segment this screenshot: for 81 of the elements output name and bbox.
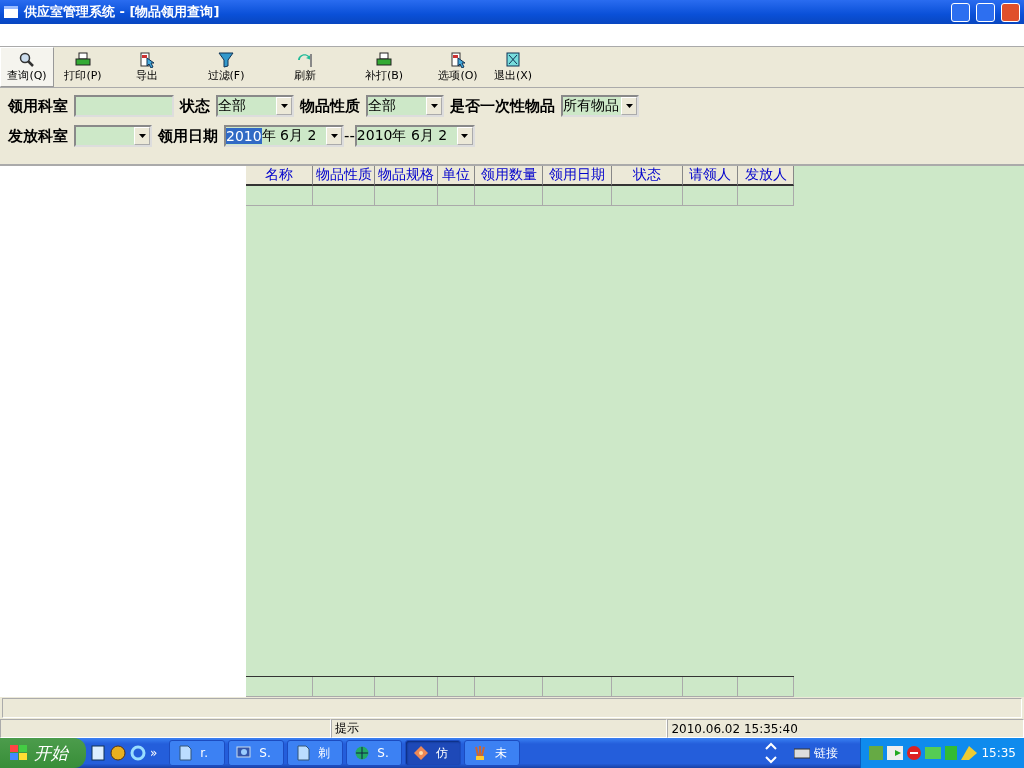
column-header[interactable]: 发放人 xyxy=(738,166,794,186)
taskbar-button[interactable]: 剃 xyxy=(287,740,344,766)
scroll-arrows-icon[interactable] xyxy=(764,740,779,766)
start-button[interactable]: 开始 xyxy=(0,738,86,768)
column-header[interactable]: 状态 xyxy=(612,166,683,186)
document-arrow-icon xyxy=(138,51,156,68)
table-cell xyxy=(738,186,794,206)
taskbar-button[interactable]: S. xyxy=(228,740,285,766)
dropdown-arrow-icon xyxy=(625,104,633,108)
diamond-icon xyxy=(412,745,431,761)
date-picker[interactable]: 2010年 6月 2 xyxy=(224,125,344,147)
dropdown-arrow-icon xyxy=(138,134,146,138)
column-header[interactable]: 领用日期 xyxy=(543,166,612,186)
dropdown[interactable]: 全部 xyxy=(366,95,444,117)
dropdown-arrow-icon xyxy=(280,104,288,108)
column-header[interactable]: 单位 xyxy=(438,166,475,186)
minimize-button[interactable] xyxy=(951,2,970,22)
status-text: 提示 xyxy=(330,719,668,738)
toolbar-button[interactable]: 刷新 xyxy=(270,47,340,87)
input-field[interactable] xyxy=(74,95,174,117)
table-cell xyxy=(683,186,738,206)
column-header[interactable]: 请领人 xyxy=(683,166,738,186)
dropdown-arrow-icon xyxy=(330,134,338,138)
status-text: 2010.06.02 15:35:40 xyxy=(667,719,1024,738)
field-label: 是否一次性物品 xyxy=(450,96,555,116)
taskbar-button[interactable]: r. xyxy=(169,740,226,766)
dropdown[interactable] xyxy=(74,125,152,147)
links-toolbar-label[interactable]: 链接 xyxy=(814,744,839,762)
dropdown[interactable]: 所有物品 xyxy=(561,95,639,117)
toolbar-button[interactable]: 查询(Q) xyxy=(0,47,54,87)
table-cell xyxy=(475,186,543,206)
range-dash: -- xyxy=(344,127,355,145)
taskbar-button[interactable]: 未 xyxy=(464,740,521,766)
monitor-icon xyxy=(235,745,254,761)
overflow-chevron[interactable]: » xyxy=(150,746,158,760)
windows-logo-icon xyxy=(10,745,28,761)
document-icon xyxy=(294,745,313,761)
toolbar-button[interactable]: 补打(B) xyxy=(340,47,428,87)
dropdown[interactable]: 全部 xyxy=(216,95,294,117)
document-arrow-icon xyxy=(449,51,467,68)
clock: 15:35 xyxy=(981,746,1016,760)
search-icon xyxy=(18,51,36,68)
close-button[interactable] xyxy=(1001,2,1020,22)
column-header[interactable]: 物品规格 xyxy=(375,166,438,186)
table-cell xyxy=(438,186,475,206)
pencil-tray-icon[interactable] xyxy=(961,746,978,760)
table-cell xyxy=(246,186,313,206)
printer-icon xyxy=(74,51,92,68)
dropdown-arrow-icon xyxy=(430,104,438,108)
table-cell xyxy=(612,186,683,206)
date-picker[interactable]: 2010年 6月 2 xyxy=(354,125,475,147)
window-title: 供应室管理系统 - [物品领用查询] xyxy=(24,3,220,21)
taskbar-button[interactable]: S. xyxy=(346,740,403,766)
dropdown-arrow-icon xyxy=(461,134,469,138)
filter-icon xyxy=(217,51,235,68)
toolbar-button[interactable]: 打印(P) xyxy=(54,47,112,87)
field-label: 领用科室 xyxy=(8,96,68,116)
printer-icon xyxy=(375,51,393,68)
document-icon xyxy=(176,745,195,761)
table-cell xyxy=(543,186,612,206)
toolbar-button[interactable]: 过滤(F) xyxy=(182,47,270,87)
window-icon xyxy=(4,6,18,18)
table-cell xyxy=(313,186,375,206)
column-header[interactable]: 领用数量 xyxy=(475,166,543,186)
taskbar-button[interactable]: 仿 xyxy=(405,740,462,766)
field-label: 物品性质 xyxy=(300,96,360,116)
keyboard-icon xyxy=(794,747,811,759)
toolbar-button[interactable]: 导出 xyxy=(112,47,182,87)
field-label: 状态 xyxy=(180,96,210,116)
toolbar-button[interactable]: 选项(O) xyxy=(428,47,488,87)
restore-button[interactable] xyxy=(976,2,995,22)
column-header[interactable]: 名称 xyxy=(246,166,313,186)
refresh-icon xyxy=(296,51,314,68)
close-box-icon xyxy=(504,51,522,68)
toolbar-button[interactable]: 退出(X) xyxy=(488,47,538,87)
table-cell xyxy=(375,186,438,206)
field-label: 发放科室 xyxy=(8,126,68,146)
stop-sign-icon[interactable] xyxy=(907,746,922,760)
field-label: 领用日期 xyxy=(158,126,218,146)
media-tray-icon[interactable] xyxy=(887,746,904,760)
column-header[interactable]: 物品性质 xyxy=(313,166,375,186)
